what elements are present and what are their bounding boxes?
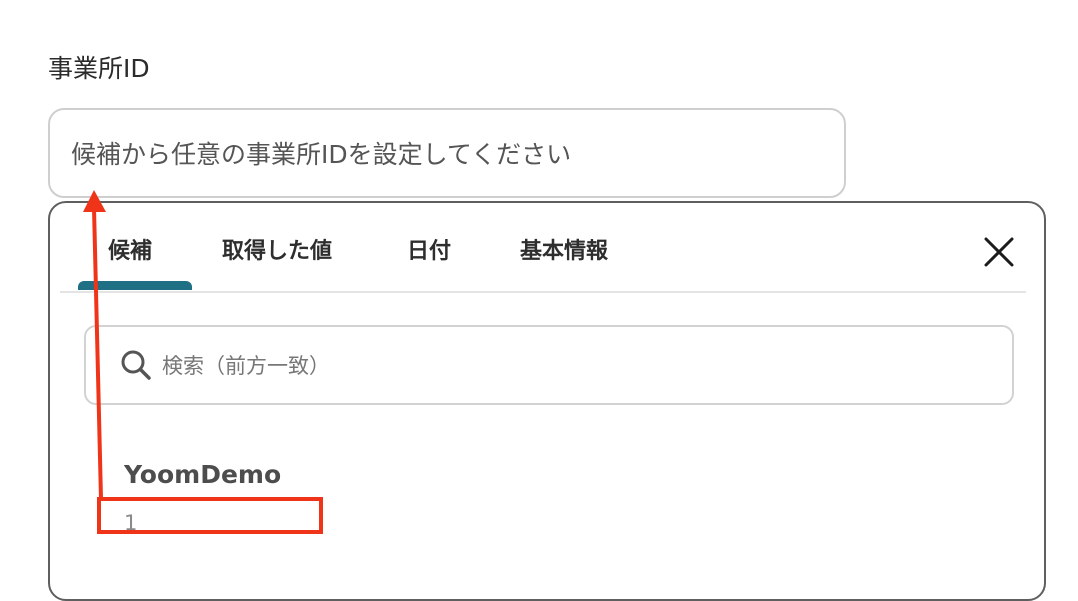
office-id-input[interactable]: 候補から任意の事業所IDを設定してください [48, 108, 846, 198]
search-icon [121, 350, 151, 380]
search-input[interactable]: 検索（前方一致） [84, 325, 1014, 405]
search-placeholder: 検索（前方一致） [162, 354, 330, 378]
tab-date[interactable]: 日付 [407, 237, 451, 267]
field-label: 事業所ID [48, 54, 150, 83]
tab-divider [60, 291, 1026, 293]
list-item[interactable]: YoomDemo 1 [108, 449, 508, 544]
list-item-title: YoomDemo [124, 460, 282, 489]
tab-basic-info[interactable]: 基本情報 [520, 237, 608, 267]
office-id-placeholder: 候補から任意の事業所IDを設定してください [71, 140, 572, 169]
candidate-dropdown: 候補 取得した値 日付 基本情報 検索（前方一致） YoomDemo 1 [48, 201, 1046, 601]
close-button[interactable] [980, 233, 1018, 271]
tab-acquired-values[interactable]: 取得した値 [222, 237, 332, 267]
active-tab-indicator [78, 281, 192, 290]
list-item-id: 1 [124, 511, 138, 535]
close-icon [984, 237, 1014, 267]
tab-candidates[interactable]: 候補 [108, 237, 152, 267]
